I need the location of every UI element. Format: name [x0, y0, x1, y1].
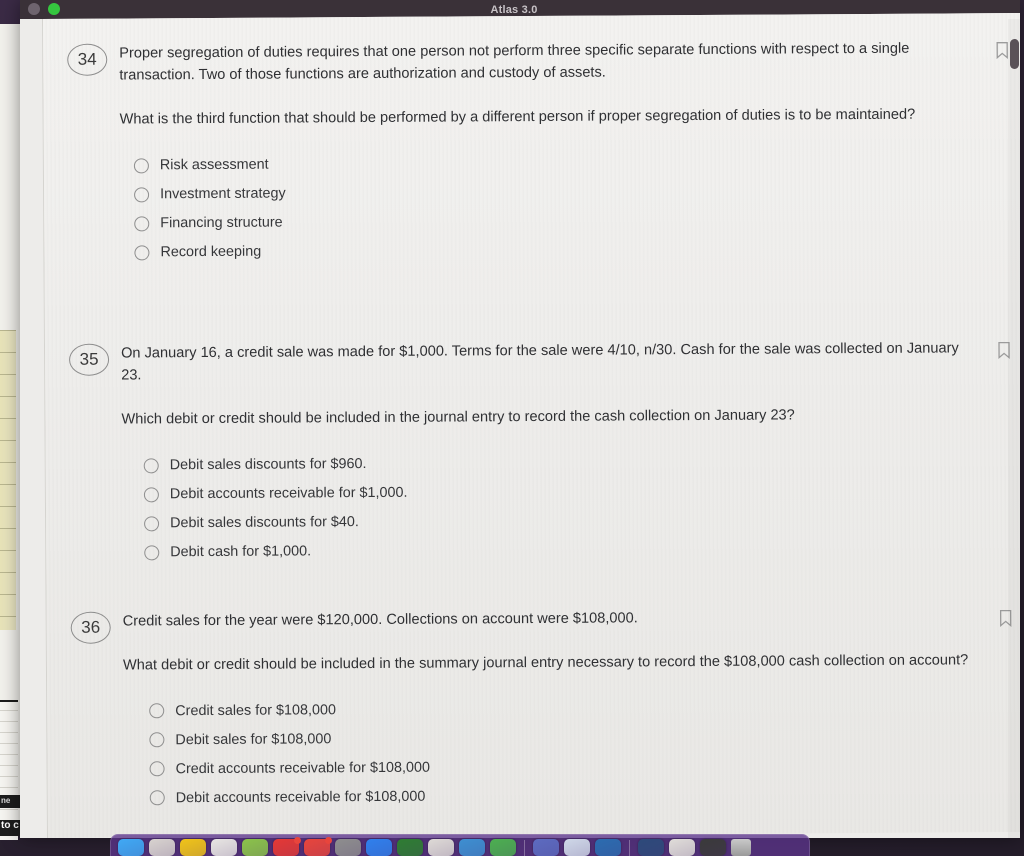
dock-icon-maps[interactable]	[242, 839, 268, 856]
dock-icon-preview[interactable]	[564, 839, 590, 856]
radio-button-icon[interactable]	[149, 761, 165, 777]
dock-icon-photos[interactable]	[149, 839, 175, 856]
dock-icon-contacts[interactable]	[211, 839, 237, 856]
dock-icon-terminal[interactable]	[638, 839, 664, 856]
answer-option-list: Risk assessment Investment strategy Financ…	[133, 146, 975, 267]
dock-icon-documents[interactable]	[700, 839, 726, 856]
question-stem: Proper segregation of duties requires th…	[119, 40, 910, 84]
zoom-button[interactable]	[48, 3, 60, 15]
answer-option-label: Debit cash for $1,000.	[170, 543, 312, 561]
background-document-window[interactable]	[0, 700, 18, 840]
dock-icon-app-store[interactable]	[366, 839, 392, 856]
dock-icon-mail[interactable]	[595, 839, 621, 856]
answer-option-label: Risk assessment	[159, 156, 269, 174]
screen: ne to c Atlas 3.0 34 Proper segregation o…	[0, 0, 1024, 856]
radio-button-icon[interactable]	[149, 732, 165, 748]
dock-icon-downloads[interactable]	[669, 839, 695, 856]
traffic-light-group	[20, 3, 60, 15]
question-number-badge: 36	[70, 611, 111, 644]
dock-icon-facetime[interactable]	[428, 839, 454, 856]
question-block: 36 Credit sales for the year were $120,00…	[70, 605, 1012, 813]
answer-option[interactable]: Debit cash for $1,000.	[144, 533, 976, 567]
dock-icon-notes[interactable]	[180, 839, 206, 856]
radio-button-icon[interactable]	[134, 215, 150, 231]
vertical-scrollbar-track[interactable]	[1008, 19, 1020, 838]
radio-button-icon[interactable]	[143, 486, 159, 502]
dock-icon-podcasts[interactable]	[335, 839, 361, 856]
question-header: 35 On January 16, a credit sale was made …	[68, 337, 1010, 567]
radio-button-icon[interactable]	[143, 457, 159, 473]
dock-icon-messages[interactable]	[490, 839, 516, 856]
question-number-badge: 34	[67, 43, 108, 76]
question-stem: On January 16, a credit sale was made fo…	[120, 340, 959, 384]
dock-icon-calendar[interactable]	[533, 839, 559, 856]
answer-option-list: Debit sales discounts for $960. Debit acc…	[143, 446, 977, 567]
question-body: On January 16, a credit sale was made fo…	[121, 337, 1010, 567]
question-stem: Credit sales for the year were $120,000.…	[122, 610, 638, 630]
question-block: 35 On January 16, a credit sale was made …	[68, 337, 1010, 567]
answer-option-label: Debit accounts receivable for $108,000	[175, 788, 426, 806]
answer-option-label: Debit accounts receivable for $1,000.	[169, 484, 408, 503]
vertical-scrollbar-thumb[interactable]	[1010, 39, 1019, 69]
minimize-button[interactable]	[28, 3, 40, 15]
answer-option-label: Credit sales for $108,000	[175, 701, 337, 719]
question-body: Credit sales for the year were $120,000.…	[123, 605, 1012, 813]
radio-button-icon[interactable]	[144, 544, 160, 560]
answer-option-list: Credit sales for $108,000 Debit sales for…	[149, 692, 978, 813]
answer-option-label: Investment strategy	[160, 185, 286, 203]
answer-option-label: Debit sales for $108,000	[175, 730, 332, 748]
answer-option-label: Credit accounts receivable for $108,000	[175, 759, 431, 777]
background-text-fragment-2: to c	[0, 820, 20, 836]
background-spreadsheet-rows	[0, 330, 16, 630]
dock-separator	[629, 840, 630, 856]
answer-option-label: Debit sales discounts for $960.	[169, 455, 367, 474]
atlas-app-window: Atlas 3.0 34 Proper segregation of duties…	[20, 0, 1020, 838]
dock-icon-safari[interactable]	[459, 839, 485, 856]
dock-icon-finder[interactable]	[118, 839, 144, 856]
radio-button-icon[interactable]	[149, 790, 165, 806]
question-header: 34 Proper segregation of duties requires …	[67, 37, 1008, 267]
dock-icon-browser[interactable]	[397, 839, 423, 856]
radio-button-icon[interactable]	[144, 515, 160, 531]
dock-badge	[294, 837, 301, 844]
question-prompt: Which debit or credit should be included…	[121, 407, 795, 428]
question-prompt: What debit or credit should be included …	[122, 652, 969, 674]
answer-option-label: Record keeping	[160, 243, 262, 261]
answer-option[interactable]: Debit accounts receivable for $108,000	[149, 779, 978, 813]
background-text-fragment-1: ne	[0, 795, 20, 808]
question-number-badge: 35	[68, 343, 110, 376]
answer-option[interactable]: Record keeping	[134, 233, 974, 267]
question-header: 36 Credit sales for the year were $120,00…	[70, 605, 1012, 813]
window-title: Atlas 3.0	[490, 3, 538, 16]
dock-icon-music[interactable]	[273, 837, 301, 856]
radio-button-icon[interactable]	[149, 703, 165, 719]
macos-dock[interactable]	[110, 834, 810, 856]
question-prompt: What is the third function that should b…	[119, 107, 916, 128]
question-body: Proper segregation of duties requires th…	[119, 37, 1008, 267]
quiz-content-sheet: 34 Proper segregation of duties requires …	[42, 12, 1020, 838]
dock-icon-news[interactable]	[304, 837, 332, 856]
answer-option-label: Financing structure	[160, 214, 283, 232]
trash-icon[interactable]	[731, 839, 751, 856]
answer-option-label: Debit sales discounts for $40.	[170, 513, 359, 532]
radio-button-icon[interactable]	[134, 244, 150, 260]
dock-separator	[524, 840, 525, 856]
radio-button-icon[interactable]	[134, 186, 150, 202]
question-block: 34 Proper segregation of duties requires …	[67, 37, 1008, 267]
dock-badge	[325, 837, 332, 844]
quiz-content-surface: 34 Proper segregation of duties requires …	[42, 12, 1020, 838]
radio-button-icon[interactable]	[133, 157, 149, 173]
